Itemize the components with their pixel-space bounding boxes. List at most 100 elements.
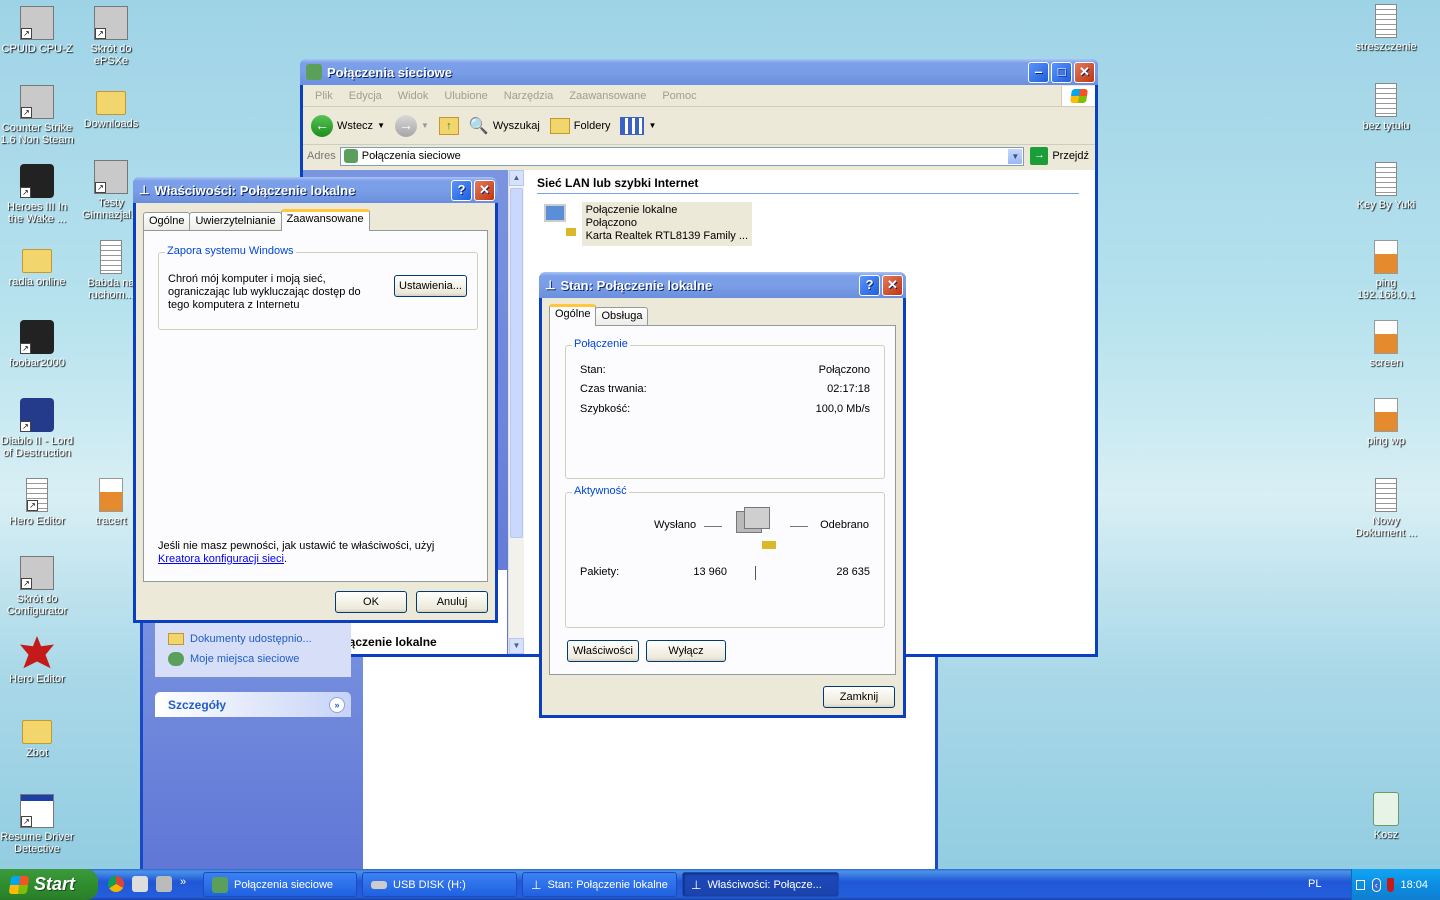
desktop-icon-epsxe[interactable]: ↗ Skrót do ePSXe [72, 6, 150, 67]
desktop-icon-zbot[interactable]: Zbot [0, 714, 76, 759]
desktop-icon-ping-wp[interactable]: ping wp [1347, 398, 1425, 447]
desktop-icon-diablo[interactable]: ↗ Diablo II - Lord of Destruction [0, 398, 76, 459]
section-divider [537, 193, 1089, 194]
app-icon[interactable] [156, 876, 172, 892]
properties-button[interactable]: Właściwości [567, 640, 639, 662]
windows-logo-icon [8, 875, 30, 894]
keyboard-icon[interactable] [1356, 879, 1366, 890]
menu-edit[interactable]: Edycja [341, 90, 390, 102]
menu-advanced[interactable]: Zaawansowane [561, 90, 654, 102]
taskbar-item-label: USB DISK (H:) [393, 878, 466, 891]
desktop-icon-bez-tytulu[interactable]: bez tytułu [1347, 83, 1425, 132]
chevron-down-icon[interactable]: ▼ [1007, 147, 1024, 165]
desktop-icon-radia[interactable]: radia online [0, 243, 76, 288]
go-label: Przejdź [1052, 150, 1089, 162]
scrollbar-thumb[interactable] [510, 188, 523, 538]
state-value: Połączono [818, 364, 870, 376]
close-dialog-button[interactable]: Zamknij [823, 686, 895, 708]
sidebar-link-shared-docs[interactable]: Dokumenty udostępnio... [168, 629, 351, 649]
menu-help[interactable]: Pomoc [654, 90, 704, 102]
menu-tools[interactable]: Narzędzia [496, 90, 562, 102]
close-button[interactable]: ✕ [882, 274, 903, 296]
status-panel: Połączenie Stan: Połączono Czas trwania:… [549, 325, 896, 675]
desktop-icon-downloads[interactable]: Downloads [72, 85, 150, 130]
settings-button[interactable]: Ustawienia... [394, 275, 467, 297]
packets-received-value: 28 635 [836, 566, 870, 578]
close-button[interactable]: ✕ [474, 179, 495, 201]
cancel-button[interactable]: Anuluj [416, 591, 488, 613]
chrome-icon[interactable] [108, 876, 124, 892]
language-indicator[interactable]: PL [1308, 878, 1321, 890]
clock[interactable]: 18:04 [1400, 879, 1428, 891]
local-connection-item[interactable]: Połączenie lokalne Połączono Karta Realt… [540, 202, 752, 246]
chevron-down-icon[interactable]: ▼ [377, 121, 385, 130]
address-input[interactable]: Połączenia sieciowe ▼ [339, 146, 1025, 166]
taskbar-item-properties[interactable]: ⊥ Właściwości: Połącze... [682, 872, 839, 897]
folders-button[interactable]: Foldery [549, 117, 610, 134]
folder-icon [96, 91, 126, 115]
state-label: Stan: [580, 364, 606, 376]
tab-advanced[interactable]: Zaawansowane [280, 209, 370, 231]
duration-label: Czas trwania: [580, 383, 647, 395]
chevron-left-icon[interactable]: ‹ [1371, 877, 1381, 892]
start-button[interactable]: Start [0, 869, 98, 900]
desktop-icon-kosz[interactable]: Kosz [1347, 792, 1425, 841]
explorer-titlebar[interactable]: Połączenia sieciowe ‒ □ ✕ [300, 59, 1098, 85]
taskbar-item-network-connections[interactable]: Połączenia sieciowe [203, 872, 357, 897]
tab-authentication[interactable]: Uwierzytelnianie [189, 212, 282, 231]
sidebar-link-network-places[interactable]: Moje miejsca sieciowe [168, 649, 351, 669]
help-button[interactable]: ? [859, 274, 880, 296]
ok-button[interactable]: OK [335, 591, 407, 613]
tab-support[interactable]: Obsługa [595, 307, 649, 326]
expand-chevron-icon[interactable]: » [329, 696, 345, 713]
menu-file[interactable]: Plik [307, 90, 341, 102]
desktop-icon-screen[interactable]: screen [1347, 320, 1425, 369]
up-button[interactable]: ↑ [438, 116, 459, 135]
desktop-icon-nowy-dokument[interactable]: Nowy Dokument ... [1347, 478, 1425, 539]
scroll-down-icon[interactable]: ▼ [509, 638, 524, 654]
properties-titlebar[interactable]: ⊥ Właściwości: Połączenie lokalne ? ✕ [133, 177, 498, 203]
configurator-icon: ↗ [20, 556, 54, 590]
maximize-button[interactable]: □ [1051, 61, 1072, 83]
chevron-down-icon: ▼ [648, 121, 657, 130]
back-button[interactable]: ← Wstecz ▼ [311, 114, 385, 137]
desktop-icon-heroes[interactable]: ↗ Heroes III In the Wake ... [0, 164, 76, 225]
desktop-icon-ping-192[interactable]: ping 192.168.0.1 [1347, 240, 1425, 301]
chevron-right-icon[interactable]: » [180, 876, 186, 892]
details-panel-header[interactable]: Szczegóły » [155, 692, 351, 717]
status-dialog: ⊥ Stan: Połączenie lokalne ? ✕ Ogólne Obs… [539, 272, 906, 718]
task-pane-scrollbar[interactable]: ▲ ▼ [508, 170, 524, 654]
tab-general[interactable]: Ogólne [143, 212, 191, 231]
minimize-button[interactable]: ‒ [1028, 61, 1049, 83]
network-connection-icon [540, 202, 576, 242]
menu-favorites[interactable]: Ulubione [436, 90, 495, 102]
desktop-icon-key-by-yuki[interactable]: Key By Yuki [1347, 162, 1425, 211]
scroll-up-icon[interactable]: ▲ [509, 170, 524, 186]
forward-button[interactable]: → ▼ [394, 114, 429, 137]
desktop-icon-hero-editor[interactable]: ↗ Hero Editor [0, 478, 76, 527]
menu-view[interactable]: Widok [390, 90, 437, 102]
go-button[interactable]: → Przejdź [1028, 147, 1091, 165]
desktop-icon-counter-strike[interactable]: ↗ Counter Strike 1.6 Non Steam [0, 85, 76, 146]
desktop-icon-label: tracert [95, 515, 127, 527]
desktop-icon-streszczenie[interactable]: streszczenie [1347, 4, 1425, 53]
desktop-icon-hero-editor-2[interactable]: Hero Editor [0, 636, 76, 685]
desktop-icon-foobar[interactable]: ↗ foobar2000 [0, 320, 76, 369]
tab-general[interactable]: Ogólne [549, 304, 597, 326]
desktop-icon-resume-driver[interactable]: ↗ Resume Driver Detective [0, 794, 76, 855]
close-button[interactable]: ✕ [1074, 61, 1095, 83]
views-button[interactable]: ▼ [620, 116, 657, 135]
network-wizard-link[interactable]: Kreatora konfiguracji sieci [158, 553, 284, 565]
paint-image-icon [1374, 398, 1398, 432]
desktop-icon-configurator[interactable]: ↗ Skrót do Configurator [0, 556, 76, 617]
search-button[interactable]: 🔍 Wyszukaj [469, 116, 540, 136]
desktop-icon-cpuz[interactable]: ↗ CPUID CPU-Z [0, 6, 76, 55]
antivirus-shield-icon[interactable] [1386, 877, 1395, 892]
help-button[interactable]: ? [451, 179, 472, 201]
taskbar-item-usb-disk[interactable]: USB DISK (H:) [362, 872, 517, 897]
disable-button[interactable]: Wyłącz [646, 640, 726, 662]
explorer-toolbar: ← Wstecz ▼ → ▼ ↑ 🔍 Wyszukaj Foldery ▼ [303, 107, 1095, 145]
status-titlebar[interactable]: ⊥ Stan: Połączenie lokalne ? ✕ [539, 272, 906, 298]
taskbar-item-status[interactable]: ⊥ Stan: Połączenie lokalne [522, 872, 677, 897]
shield-icon[interactable] [132, 876, 148, 892]
